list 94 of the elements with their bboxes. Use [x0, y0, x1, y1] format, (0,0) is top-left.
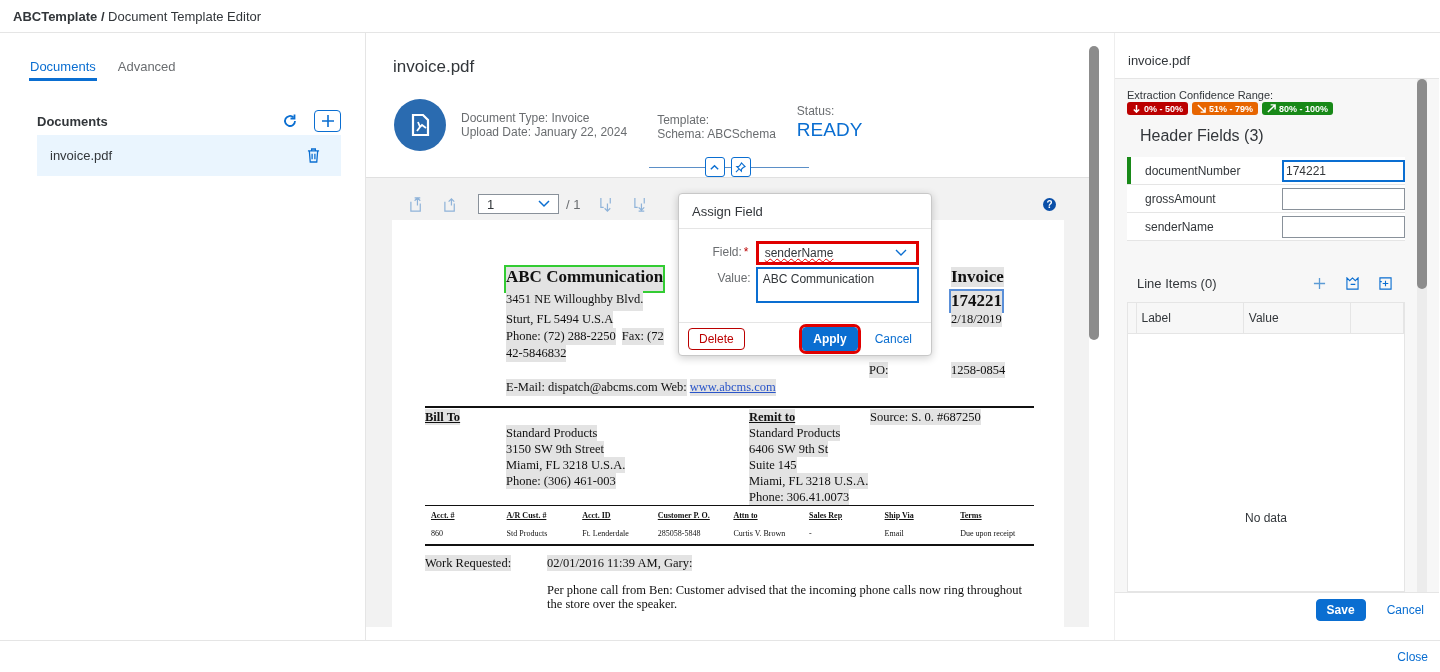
- add-button[interactable]: [314, 110, 341, 132]
- tab[interactable]: Documents: [29, 55, 97, 81]
- table-icon[interactable]: [1346, 276, 1359, 290]
- remit-to-label: Remit to: [749, 409, 796, 425]
- work-date: 02/01/2016 11:39 AM, Gary:: [547, 555, 693, 571]
- input-field[interactable]: 174221: [1282, 159, 1405, 182]
- input-field[interactable]: [1282, 215, 1405, 238]
- value-label: Value:: [716, 270, 752, 287]
- previous-page-icon[interactable]: [443, 196, 458, 212]
- document-text: 1258-0854: [951, 362, 1006, 378]
- table-cell-text: Due upon receipt: [960, 529, 1017, 538]
- document-heading: 174221: [949, 289, 1004, 313]
- apply-button[interactable]: Apply: [802, 327, 858, 351]
- field-label: documentNumber: [1144, 163, 1242, 178]
- document-text: Phone: (72) 288-2250: [506, 328, 616, 345]
- dialog-title: Assign Field: [679, 194, 931, 229]
- confidence-badge: 0% - 50%: [1127, 102, 1189, 115]
- dropdown-icon: [895, 249, 907, 257]
- document-text: 42-5846832: [506, 345, 567, 362]
- pin-icon: [735, 161, 746, 173]
- insert-row-icon[interactable]: [1379, 276, 1392, 290]
- empty-text: No data: [1245, 510, 1287, 525]
- bill-to-label: Bill To: [425, 409, 461, 425]
- document-text: E-Mail: dispatch@abcms.com Web:: [506, 379, 687, 396]
- page-select[interactable]: 1: [478, 194, 559, 214]
- column-header: Value: [1243, 303, 1352, 333]
- document-text: PO:: [869, 362, 889, 378]
- work-note: Per phone call from Ben: Customer advised that the incoming phone calls now ring throughout the store over the speaker.: [547, 583, 1023, 611]
- upload-date: Upload Date: January 22, 2024: [461, 125, 628, 139]
- column-header: A/R Cust. #: [506, 511, 548, 520]
- field-label: Field:: [711, 244, 742, 261]
- save-button[interactable]: Save: [1315, 599, 1366, 621]
- status-label: Status:: [796, 104, 836, 118]
- required-mark: *: [743, 244, 750, 261]
- documents-heading: Documents: [37, 113, 109, 129]
- dropdown-icon: [538, 200, 550, 208]
- scrollbar-thumb[interactable]: [1417, 79, 1427, 289]
- template-label: Template:: [657, 112, 711, 127]
- document-text: Sturt, FL 5494 U.S.A: [506, 311, 614, 328]
- document-item[interactable]: invoice.pdf: [37, 135, 341, 176]
- table-cell-text: 285058-5848: [657, 529, 702, 538]
- work-label: Work Requested:: [425, 555, 512, 571]
- tab[interactable]: Advanced: [116, 55, 177, 81]
- table-cell-text: 860: [431, 529, 444, 538]
- input-field[interactable]: [1282, 187, 1405, 210]
- table-cell-text: Ft. Lenderdale: [582, 529, 630, 538]
- plus-icon: [320, 114, 335, 128]
- column-header: Customer P. O.: [657, 511, 711, 520]
- confidence-badge: 80% - 100%: [1262, 102, 1334, 115]
- column-header: Attn to: [733, 511, 759, 520]
- column-header: Label: [1136, 303, 1244, 333]
- column-header: Ship Via: [884, 511, 915, 520]
- schema-text: Schema: ABCSchema: [657, 126, 776, 141]
- table-cell-text: Curtis V. Brown: [733, 529, 787, 538]
- page-total: / 1: [566, 196, 581, 212]
- collapse-button[interactable]: [704, 157, 725, 177]
- help-icon[interactable]: ?: [1043, 197, 1056, 211]
- column-header: Terms: [960, 511, 983, 520]
- line-items-title: Line Items (0): [1137, 275, 1218, 291]
- scrollbar-thumb[interactable]: [1089, 46, 1099, 340]
- cancel-button[interactable]: Cancel: [1375, 599, 1435, 621]
- first-page-icon[interactable]: [409, 196, 424, 212]
- file-title: invoice.pdf: [392, 56, 476, 77]
- field-label: senderName: [1144, 219, 1215, 234]
- column-header: Acct. ID: [582, 511, 612, 520]
- plus-icon[interactable]: [1313, 276, 1326, 290]
- source-text: Source: S. 0. #687250: [870, 409, 981, 425]
- document-heading: ABC Communication: [504, 265, 666, 293]
- header-fields-title: Header Fields (3): [1139, 126, 1265, 146]
- pin-button[interactable]: [730, 157, 751, 177]
- field-select[interactable]: senderName: [755, 241, 919, 265]
- page-title: ABCTemplate / Document Template Editor: [13, 8, 262, 24]
- legend-label: Extraction Confidence Range:: [1127, 89, 1275, 101]
- column-header: Sales Rep: [808, 511, 844, 520]
- confidence-badge: 51% - 79%: [1192, 102, 1259, 115]
- refresh-icon[interactable]: [282, 113, 298, 129]
- table-cell-text: -: [808, 529, 813, 538]
- close-button[interactable]: Close: [1397, 649, 1428, 664]
- trash-icon[interactable]: [307, 148, 320, 163]
- status-value: READY: [796, 118, 863, 142]
- document-text: Fax: (72: [621, 328, 664, 345]
- document-text: 3451 NE Willoughby Blvd.: [506, 291, 644, 311]
- field-label: grossAmount: [1144, 191, 1217, 206]
- table-cell-text: Email: [884, 529, 905, 538]
- document-type: Document Type: Invoice: [461, 111, 591, 125]
- document-heading: Invoice: [951, 267, 1004, 287]
- cancel-button[interactable]: Cancel: [863, 328, 923, 350]
- table-cell-text: Std Products: [506, 529, 549, 538]
- value-field[interactable]: ABC Communication: [755, 267, 919, 303]
- pdf-document-icon: [394, 99, 446, 151]
- web-link[interactable]: www.abcms.com: [689, 379, 776, 396]
- document-text: 2/18/2019: [951, 311, 1002, 327]
- column-header: Acct. #: [431, 511, 456, 520]
- delete-button[interactable]: Delete: [688, 328, 745, 350]
